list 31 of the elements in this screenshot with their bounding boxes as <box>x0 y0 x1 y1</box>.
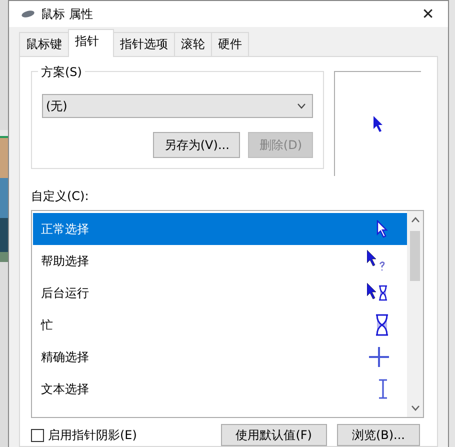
tab[interactable]: 硬件 <box>211 32 249 56</box>
text-cursor-icon <box>377 379 389 399</box>
scroll-down-icon[interactable] <box>410 405 420 411</box>
arrow-cursor-icon <box>372 116 384 132</box>
default-button[interactable]: 使用默认值(F) <box>220 424 327 446</box>
tab[interactable]: 鼠标键 <box>19 32 69 56</box>
arrow-cursor-icon <box>375 220 389 238</box>
busy-cursor-icon <box>367 283 389 303</box>
disabled-button: 删除(D) <box>248 132 313 158</box>
scroll-up-icon[interactable] <box>410 217 420 223</box>
scheme-dropdown[interactable]: (无) <box>42 94 313 118</box>
checkbox-label: 启用指针阴影(E) <box>48 426 137 444</box>
list-item[interactable]: 帮助选择 <box>33 245 407 277</box>
list-item[interactable]: 文本选择 <box>33 373 407 405</box>
list-item[interactable]: 后台运行 <box>33 277 407 309</box>
scroll-thumb[interactable] <box>410 231 420 281</box>
close-button[interactable]: ✕ <box>408 1 448 27</box>
group-label: 方案(S) <box>38 64 85 81</box>
list-label: 自定义(C): <box>31 188 90 205</box>
mouse-icon <box>21 10 35 18</box>
checkbox[interactable] <box>31 428 44 442</box>
list-item[interactable]: 忙 <box>33 309 407 341</box>
scrollbar[interactable] <box>407 211 423 417</box>
tab[interactable]: 指针 <box>68 29 114 57</box>
window-title: 鼠标 属性 <box>41 6 94 22</box>
list-item[interactable]: 正常选择 <box>33 213 407 245</box>
hourglass-icon <box>375 314 389 336</box>
crosshair-icon <box>369 347 389 367</box>
save-as-button[interactable]: 另存为(V)... <box>153 132 240 158</box>
list-item[interactable]: 精确选择 <box>33 341 407 373</box>
browse-button[interactable]: 浏览(B)... <box>336 424 420 446</box>
